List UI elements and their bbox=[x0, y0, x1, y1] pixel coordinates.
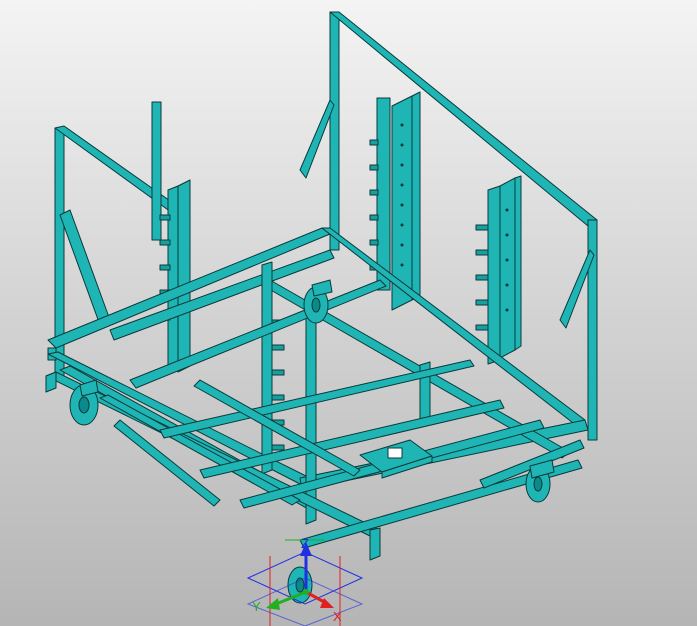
triad-origin bbox=[303, 589, 309, 595]
coordinate-triad[interactable]: X Y Z bbox=[0, 0, 697, 626]
z-axis-label: Z bbox=[301, 536, 309, 551]
y-axis-arrow bbox=[266, 590, 307, 610]
y-axis-label: Y bbox=[252, 599, 261, 614]
3d-viewport[interactable]: X Y Z bbox=[0, 0, 697, 626]
x-axis-arrow bbox=[305, 590, 334, 608]
x-axis-label: X bbox=[333, 609, 342, 624]
